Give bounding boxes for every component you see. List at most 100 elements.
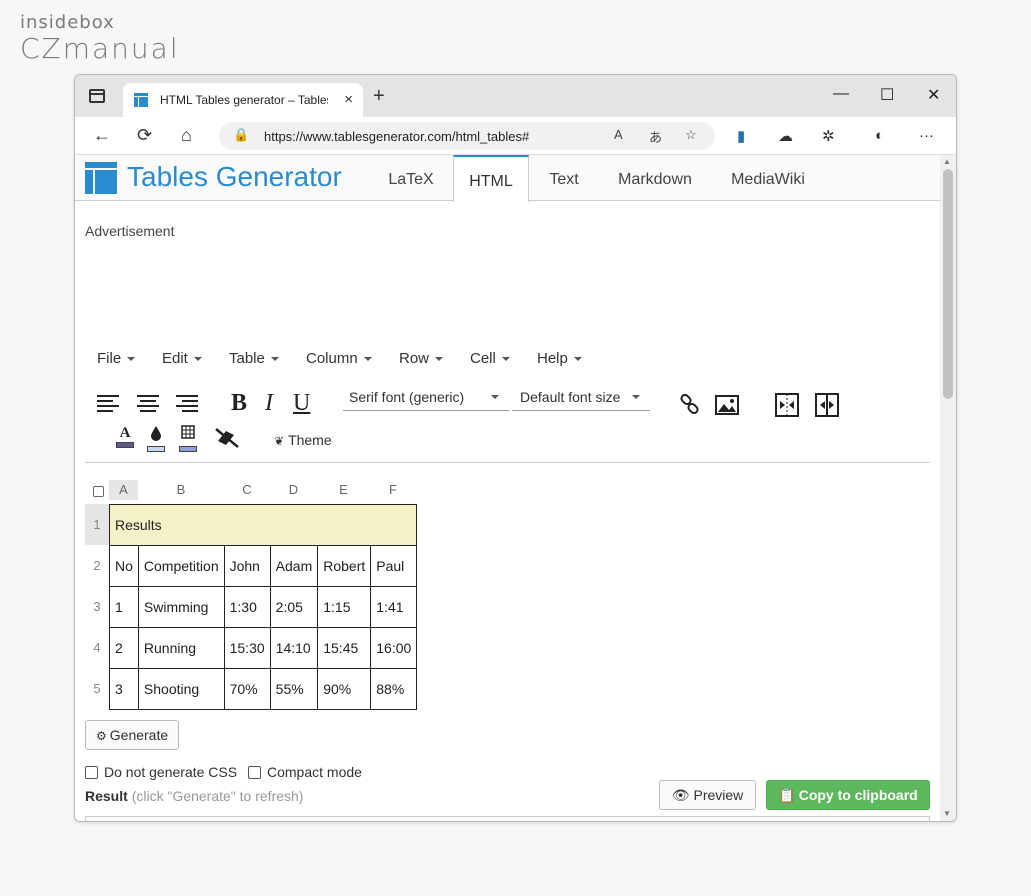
font-family-select[interactable]: Serif font (generic) (343, 385, 509, 411)
title-cell[interactable]: Results (108, 504, 418, 546)
url-text[interactable]: https://www.tablesgenerator.com/html_tab… (264, 129, 529, 144)
image-icon[interactable] (715, 395, 739, 415)
table-cell[interactable]: Paul (370, 545, 418, 587)
menu-edit[interactable]: Edit (162, 350, 202, 367)
table-cell[interactable]: 2:05 (269, 586, 319, 628)
column-header-d[interactable]: D (270, 480, 317, 500)
no-css-checkbox[interactable] (85, 766, 98, 779)
menu-row[interactable]: Row (399, 350, 444, 367)
fill-color-button[interactable] (147, 425, 165, 452)
table-cell[interactable]: 14:10 (269, 627, 319, 669)
column-header-f[interactable]: F (370, 480, 416, 500)
browser-tab[interactable]: HTML Tables generator – TablesGenerator.… (123, 83, 363, 117)
merge-cells-icon[interactable] (775, 393, 799, 417)
table-cell[interactable]: Robert (317, 545, 372, 587)
menu-cell[interactable]: Cell (470, 350, 510, 367)
table-cell[interactable]: 1:41 (370, 586, 418, 628)
align-right-icon[interactable] (174, 395, 198, 413)
compact-mode-checkbox[interactable] (248, 766, 261, 779)
menu-table[interactable]: Table (229, 350, 279, 367)
table-cell[interactable]: 1:30 (223, 586, 271, 628)
link-icon[interactable] (679, 394, 701, 416)
table-cell[interactable]: 55% (269, 668, 319, 710)
profile-icon[interactable]: ◐ (875, 127, 884, 144)
table-cell[interactable]: 1 (109, 586, 139, 628)
site-logo-text[interactable]: Tables Generator (127, 161, 342, 193)
scrollbar-thumb[interactable] (943, 169, 953, 399)
clear-format-icon[interactable] (214, 427, 240, 449)
table-cell[interactable]: 16:00 (370, 627, 418, 669)
preview-button[interactable]: 👁 Preview (659, 780, 756, 810)
table-cell[interactable]: 15:45 (317, 627, 372, 669)
back-button[interactable]: ← (93, 125, 111, 146)
tab-markdown[interactable]: Markdown (605, 155, 705, 201)
column-header-c[interactable]: C (224, 480, 270, 500)
column-header-a[interactable]: A (109, 480, 138, 500)
translate-icon[interactable]: あ (649, 127, 662, 146)
row-header-1[interactable]: 1 (85, 504, 109, 545)
lock-icon[interactable]: 🔒 (233, 127, 249, 143)
align-center-icon[interactable] (136, 395, 160, 413)
maximize-button[interactable]: ☐ (880, 85, 894, 105)
tab-text[interactable]: Text (534, 155, 594, 201)
table-cell[interactable]: Competition (137, 545, 225, 587)
column-header-b[interactable]: B (138, 480, 224, 500)
collections-icon[interactable]: ▮ (737, 127, 745, 145)
text-color-button[interactable]: A (116, 425, 134, 448)
table-cell[interactable]: 15:30 (223, 627, 271, 669)
extensions-icon[interactable]: ✲ (822, 127, 835, 145)
scroll-up-icon[interactable]: ▲ (943, 157, 951, 166)
italic-button[interactable]: I (265, 390, 273, 417)
align-left-icon[interactable] (97, 395, 121, 413)
table-cell[interactable]: 1:15 (317, 586, 372, 628)
read-aloud-icon[interactable]: A (614, 127, 623, 142)
underline-button[interactable]: U (293, 390, 310, 417)
cloud-icon[interactable]: ☁ (778, 127, 793, 145)
table-cell[interactable]: 88% (370, 668, 418, 710)
table-cell[interactable]: Adam (269, 545, 319, 587)
tab-actions-icon[interactable] (89, 89, 105, 103)
compact-mode-option[interactable]: Compact mode (248, 764, 362, 780)
menu-column[interactable]: Column (306, 350, 372, 367)
row-header-5[interactable]: 5 (85, 668, 109, 709)
table-cell[interactable]: 2 (109, 627, 139, 669)
tab-close-icon[interactable]: × (344, 91, 353, 108)
tab-mediawiki[interactable]: MediaWiki (715, 155, 821, 201)
generate-button[interactable]: ⚙ Generate (85, 720, 180, 750)
row-header-2[interactable]: 2 (85, 545, 109, 586)
bold-button[interactable]: B (231, 390, 247, 417)
favorite-icon[interactable]: ☆ (685, 127, 697, 143)
new-tab-button[interactable]: + (373, 85, 385, 108)
table-cell[interactable]: Shooting (137, 668, 225, 710)
scroll-down-icon[interactable]: ▼ (943, 809, 951, 818)
url-box[interactable]: 🔒 https://www.tablesgenerator.com/html_t… (219, 122, 715, 150)
home-button[interactable]: ⌂ (181, 125, 192, 146)
table-cell[interactable]: 3 (109, 668, 139, 710)
row-header-4[interactable]: 4 (85, 627, 109, 668)
tab-latex[interactable]: LaTeX (375, 155, 447, 201)
column-header-e[interactable]: E (317, 480, 370, 500)
menu-file[interactable]: File (97, 350, 136, 367)
table-cell[interactable]: 70% (223, 668, 271, 710)
menu-help[interactable]: Help (537, 350, 582, 367)
table-cell[interactable]: Running (137, 627, 225, 669)
more-menu-icon[interactable]: ··· (919, 127, 934, 144)
tab-html[interactable]: HTML (453, 155, 529, 202)
refresh-button[interactable]: ⟳ (137, 125, 152, 146)
no-css-option[interactable]: Do not generate CSS (85, 764, 237, 780)
table-cell[interactable]: John (223, 545, 271, 587)
table-cell[interactable]: Swimming (137, 586, 225, 628)
theme-button[interactable]: ❦ Theme (274, 432, 332, 448)
close-window-button[interactable]: ✕ (927, 85, 940, 105)
row-header-3[interactable]: 3 (85, 586, 109, 627)
minimize-button[interactable]: — (833, 85, 849, 103)
select-all-checkbox[interactable] (93, 486, 104, 497)
result-output[interactable] (85, 816, 930, 821)
table-cell[interactable]: 90% (317, 668, 372, 710)
copy-to-clipboard-button[interactable]: 📋 Copy to clipboard (766, 780, 930, 810)
page-scrollbar[interactable]: ▲ ▼ (940, 155, 956, 821)
split-cells-icon[interactable] (815, 393, 839, 417)
border-color-button[interactable] (179, 425, 197, 452)
font-size-select[interactable]: Default font size (512, 385, 650, 411)
table-cell[interactable]: No (109, 545, 139, 587)
